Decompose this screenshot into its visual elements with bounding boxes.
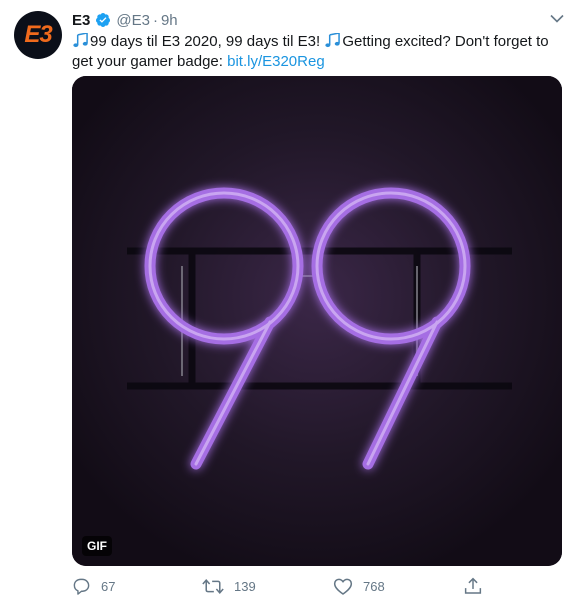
neon-99-image (72, 76, 562, 566)
gif-badge: GIF (82, 536, 112, 556)
chevron-down-icon[interactable] (548, 9, 566, 27)
retweet-button[interactable]: 139 (202, 575, 256, 597)
verified-badge-icon (96, 13, 111, 27)
tweet-actions: 67 139 768 (72, 575, 512, 597)
like-count: 768 (363, 578, 385, 594)
author-handle[interactable]: @E3 (116, 12, 150, 29)
music-notes-icon (73, 33, 88, 48)
author-name[interactable]: E3 (72, 12, 90, 29)
separator-dot: · (152, 11, 158, 29)
tweet-header: E3 @E3 · 9h (72, 10, 178, 30)
retweet-count: 139 (234, 578, 256, 594)
avatar-logo-text: E3 (24, 21, 52, 48)
gif-media[interactable]: GIF (72, 76, 562, 566)
tweet-text-part1: 99 days til E3 2020, 99 days til E3! (90, 33, 325, 50)
timestamp[interactable]: 9h (161, 12, 178, 29)
retweet-icon (202, 578, 224, 594)
like-button[interactable]: 768 (333, 575, 385, 597)
reply-icon (73, 578, 90, 595)
reply-count: 67 (101, 578, 116, 594)
tweet-text: 99 days til E3 2020, 99 days til E3! Get… (72, 32, 572, 72)
share-icon (464, 577, 482, 594)
share-button[interactable] (464, 575, 482, 597)
like-icon (333, 578, 353, 595)
avatar[interactable]: E3 (14, 11, 62, 59)
tweet-link[interactable]: bit.ly/E320Reg (227, 53, 325, 70)
reply-button[interactable]: 67 (72, 575, 115, 597)
music-notes-icon (325, 33, 341, 48)
